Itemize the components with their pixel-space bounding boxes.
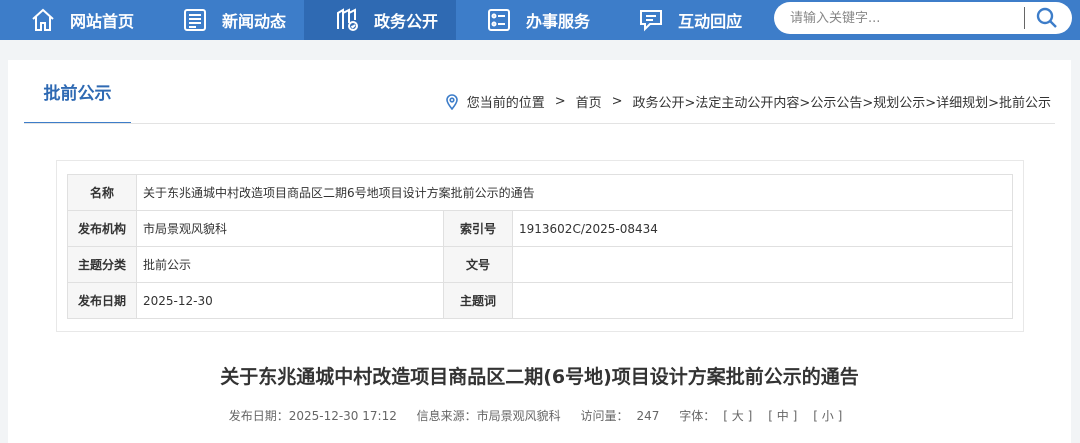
nav-item-label: 办事服务 bbox=[526, 12, 591, 31]
home-icon bbox=[32, 8, 54, 31]
table-row: 发布机构 市局景观风貌科 索引号 1913602C/2025-08434 bbox=[67, 210, 1013, 247]
views-count: 247 bbox=[636, 409, 660, 423]
section-divider bbox=[24, 123, 1055, 124]
section-title: 批前公示 bbox=[24, 60, 131, 124]
breadcrumb-path[interactable]: 政务公开>法定主动公开内容>公示公告>规划公示>详细规划>批前公示 bbox=[633, 92, 1051, 111]
date-value: 2025-12-30 bbox=[136, 282, 444, 319]
search-icon bbox=[1036, 7, 1057, 28]
news-icon bbox=[184, 9, 207, 31]
index-value: 1913602C/2025-08434 bbox=[512, 210, 1013, 247]
table-row: 发布日期 2025-12-30 主题词 bbox=[67, 282, 1013, 319]
search-button[interactable] bbox=[1025, 2, 1069, 34]
service-icon bbox=[488, 9, 511, 31]
chat-icon bbox=[640, 10, 663, 32]
location-pin-icon bbox=[445, 93, 458, 110]
date-label: 发布日期 bbox=[67, 282, 137, 319]
article-meta: 发布日期：2025-12-30 17:12 信息来源：市局景观风貌科 访问量： 2… bbox=[8, 407, 1071, 424]
table-row: 主题分类 批前公示 文号 bbox=[67, 246, 1013, 283]
search-input[interactable] bbox=[788, 9, 1012, 27]
publish-date: 发布日期：2025-12-30 17:12 bbox=[228, 409, 397, 423]
docno-value bbox=[512, 246, 1013, 283]
name-label: 名称 bbox=[67, 174, 137, 211]
info-panel: 名称 关于东兆通城中村改造项目商品区二期6号地项目设计方案批前公示的通告 发布机… bbox=[56, 160, 1024, 332]
breadcrumb-prefix: 您当前的位置 bbox=[466, 96, 545, 111]
content-card: 批前公示 您当前的位置 > 首页 > 政务公开>法定主动公开内容>公示公告>规划… bbox=[8, 60, 1071, 443]
category-value: 批前公示 bbox=[136, 246, 444, 283]
nav-item-service[interactable]: 办事服务 bbox=[456, 0, 608, 40]
nav-item-label: 政务公开 bbox=[374, 12, 439, 31]
font-small-button[interactable]: [ 小 ] bbox=[813, 409, 842, 423]
article-title: 关于东兆通城中村改造项目商品区二期(6号地)项目设计方案批前公示的通告 bbox=[220, 366, 859, 388]
index-label: 索引号 bbox=[443, 210, 513, 247]
org-label: 发布机构 bbox=[67, 210, 137, 247]
search-box bbox=[774, 2, 1072, 34]
org-value: 市局景观风貌科 bbox=[136, 210, 444, 247]
info-table: 名称 关于东兆通城中村改造项目商品区二期6号地项目设计方案批前公示的通告 发布机… bbox=[67, 174, 1013, 319]
breadcrumb-home-link[interactable]: 首页 bbox=[576, 92, 602, 111]
font-large-button[interactable]: [ 大 ] bbox=[723, 409, 752, 423]
keyword-value bbox=[512, 282, 1013, 319]
keyword-label: 主题词 bbox=[443, 282, 513, 319]
nav-item-interaction[interactable]: 互动回应 bbox=[608, 0, 760, 40]
nav-item-label: 互动回应 bbox=[678, 12, 743, 31]
category-label: 主题分类 bbox=[67, 246, 137, 283]
views: 访问量： 247 bbox=[581, 409, 660, 423]
table-row: 名称 关于东兆通城中村改造项目商品区二期6号地项目设计方案批前公示的通告 bbox=[67, 174, 1013, 211]
info-source: 信息来源：市局景观风貌科 bbox=[416, 409, 561, 423]
nav-item-home[interactable]: 网站首页 bbox=[0, 0, 152, 40]
nav-item-label: 网站首页 bbox=[70, 12, 135, 31]
views-label: 访问量： bbox=[580, 409, 629, 423]
top-navigation: 网站首页 新闻动态 政务公开 办事服务 互动回应 bbox=[0, 0, 1080, 40]
breadcrumb-separator: > bbox=[554, 94, 566, 109]
name-value: 关于东兆通城中村改造项目商品区二期6号地项目设计方案批前公示的通告 bbox=[136, 174, 1013, 211]
nav-item-news[interactable]: 新闻动态 bbox=[152, 0, 304, 40]
nav-item-label: 新闻动态 bbox=[222, 12, 287, 31]
breadcrumb: 您当前的位置 > 首页 > 政务公开>法定主动公开内容>公示公告>规划公示>详细… bbox=[445, 92, 1051, 111]
font-medium-button[interactable]: [ 中 ] bbox=[768, 409, 797, 423]
font-size-controls: 字体： [ 大 ] [ 中 ] [ 小 ] bbox=[679, 409, 850, 423]
font-size-label: 字体： bbox=[679, 409, 716, 423]
nav-item-gov-affairs[interactable]: 政务公开 bbox=[304, 0, 457, 40]
gov-affairs-icon bbox=[337, 8, 359, 31]
breadcrumb-separator: > bbox=[611, 94, 623, 109]
docno-label: 文号 bbox=[443, 246, 513, 283]
